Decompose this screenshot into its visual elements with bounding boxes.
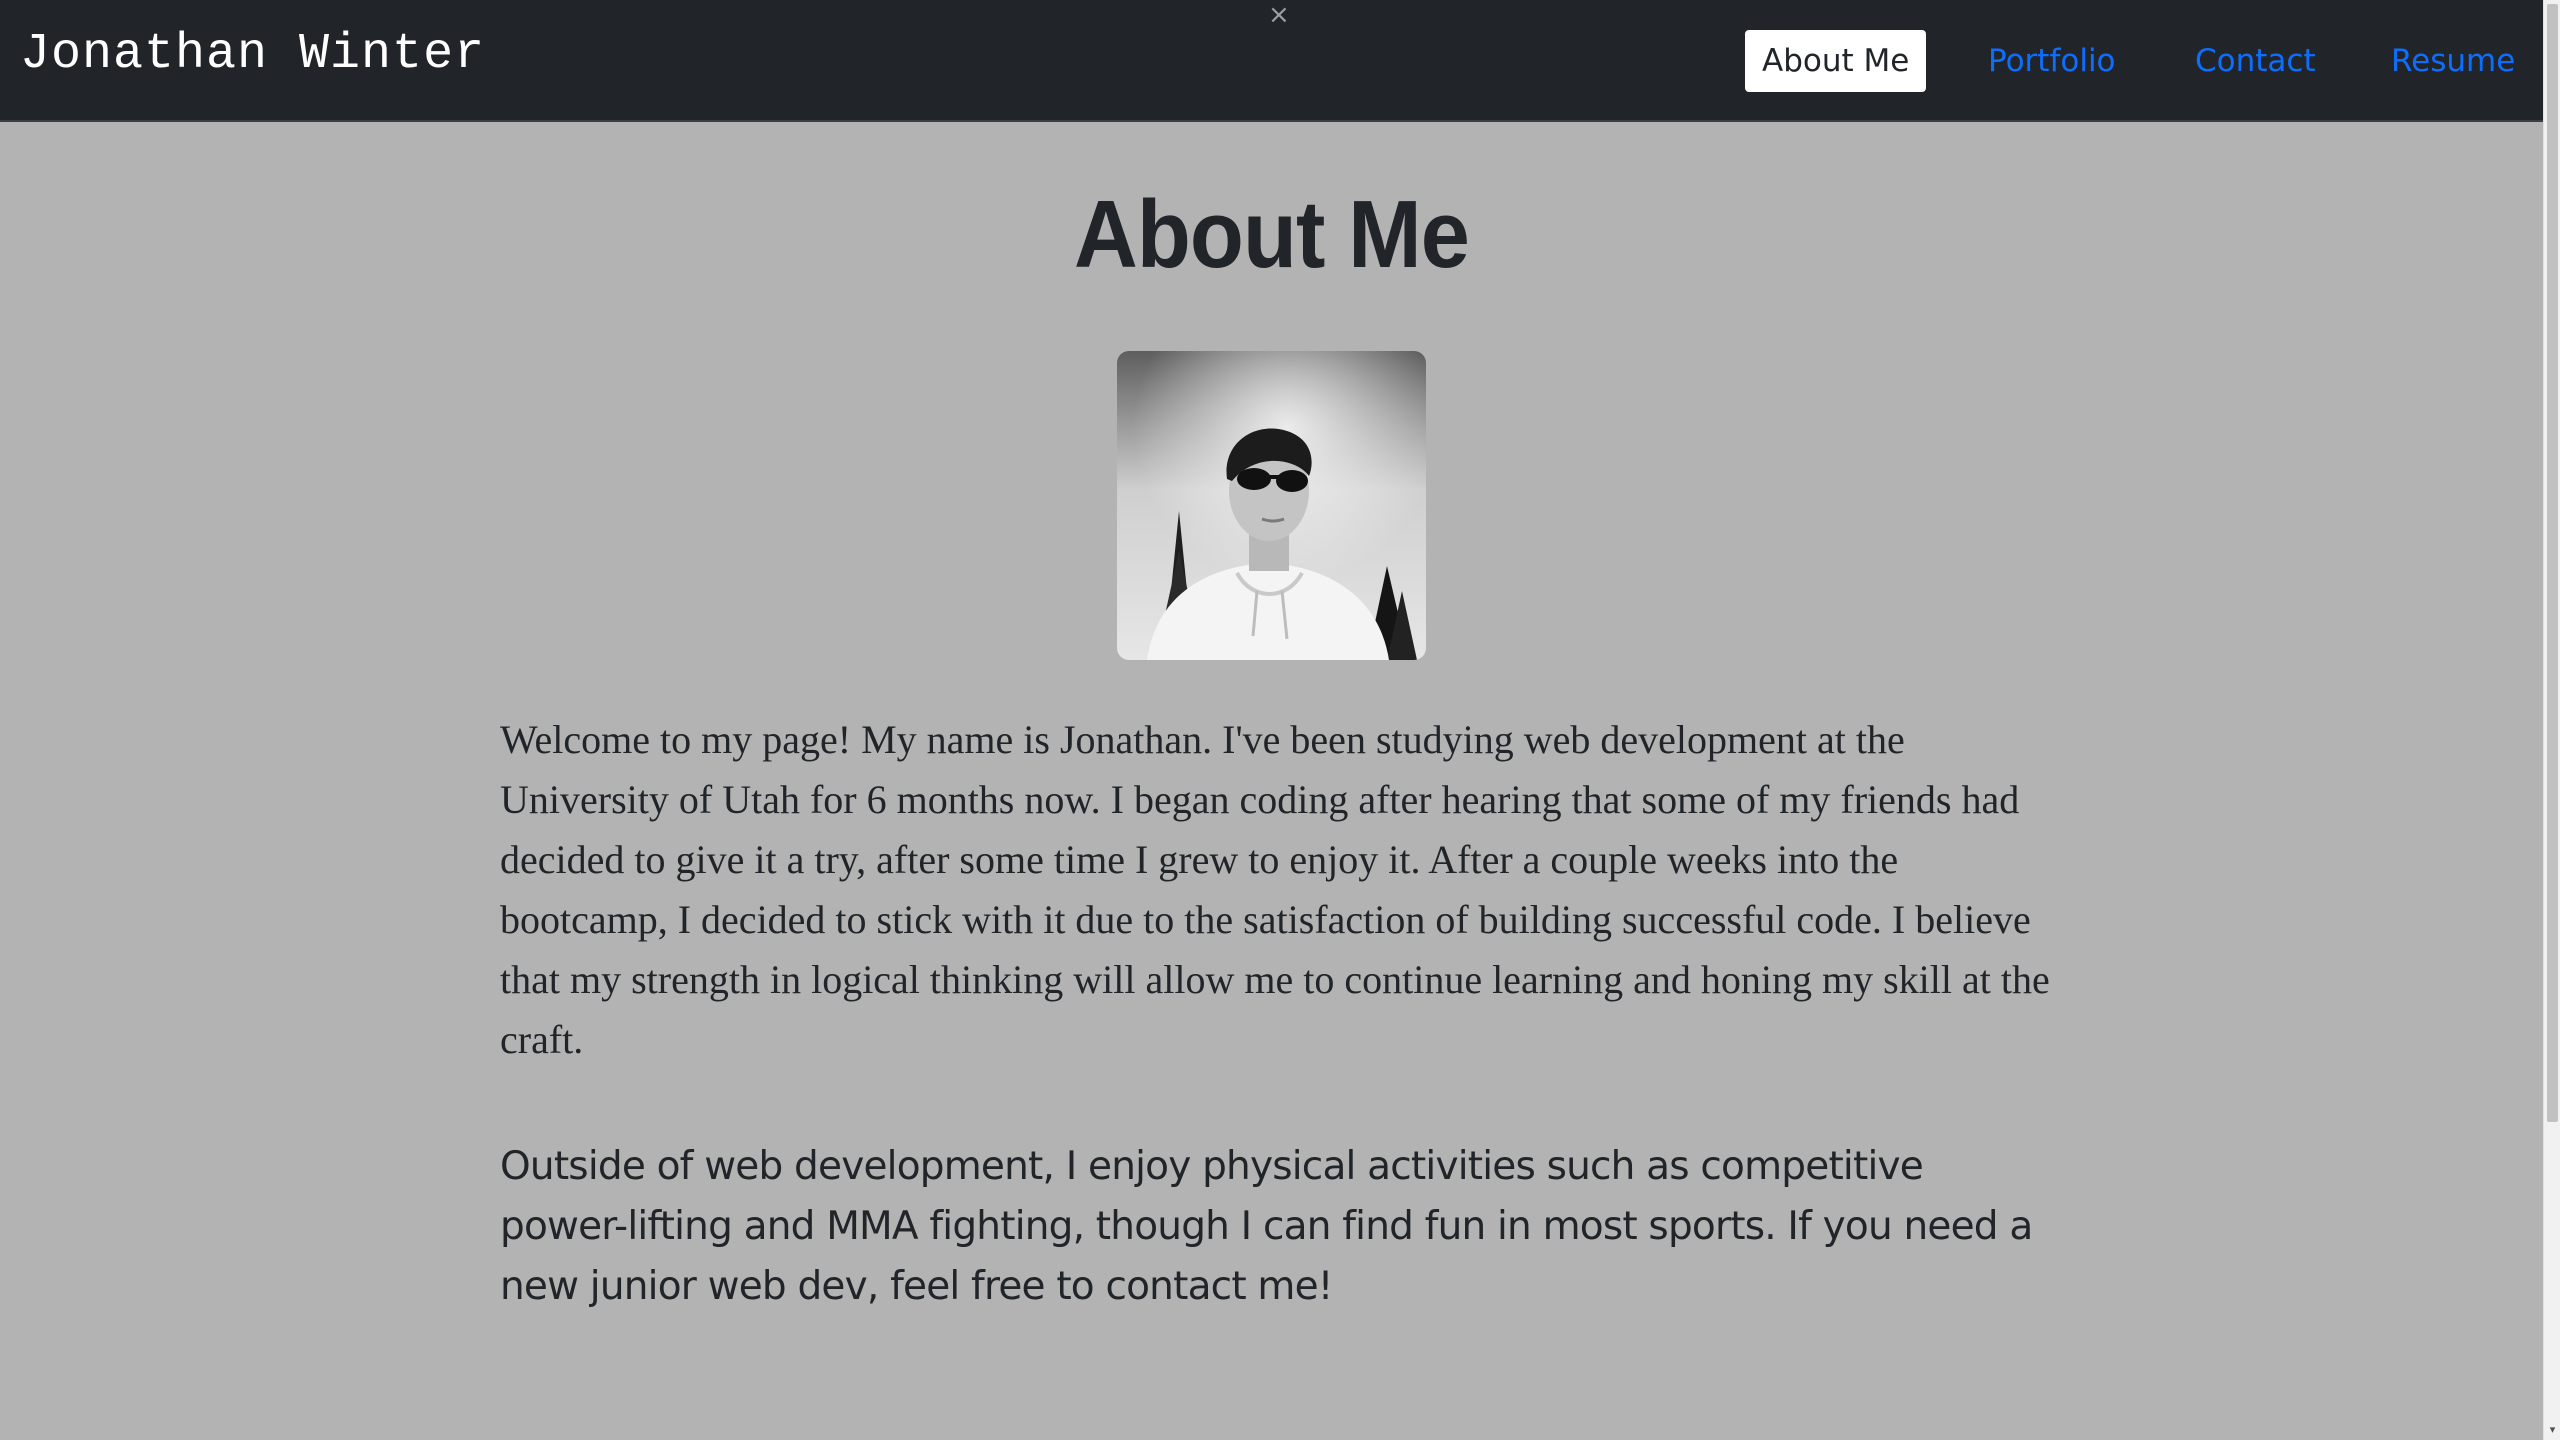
nav-link-about-me[interactable]: About Me <box>1745 30 1927 92</box>
nav-link-resume[interactable]: Resume <box>2391 30 2515 92</box>
navbar: Jonathan Winter × About Me Portfolio Con… <box>0 0 2543 122</box>
profile-photo <box>1117 351 1426 660</box>
page-title: About Me <box>1074 181 1470 288</box>
nav-link-contact[interactable]: Contact <box>2195 30 2316 92</box>
profile-photo-icon <box>1117 351 1426 660</box>
nav-links: About Me Portfolio Contact Resume <box>0 30 2543 94</box>
page: Jonathan Winter × About Me Portfolio Con… <box>0 0 2560 1440</box>
scroll-down-arrow-icon[interactable]: ▾ <box>2544 1422 2560 1438</box>
about-paragraph-1: Welcome to my page! My name is Jonathan.… <box>500 717 2050 1062</box>
close-icon[interactable]: × <box>1268 0 1290 30</box>
about-paragraph-2: Outside of web development, I enjoy phys… <box>500 1144 2033 1309</box>
nav-link-portfolio[interactable]: Portfolio <box>1988 30 2116 92</box>
vertical-scrollbar[interactable]: ▾ <box>2543 0 2560 1440</box>
scrollbar-thumb[interactable] <box>2547 4 2558 1122</box>
